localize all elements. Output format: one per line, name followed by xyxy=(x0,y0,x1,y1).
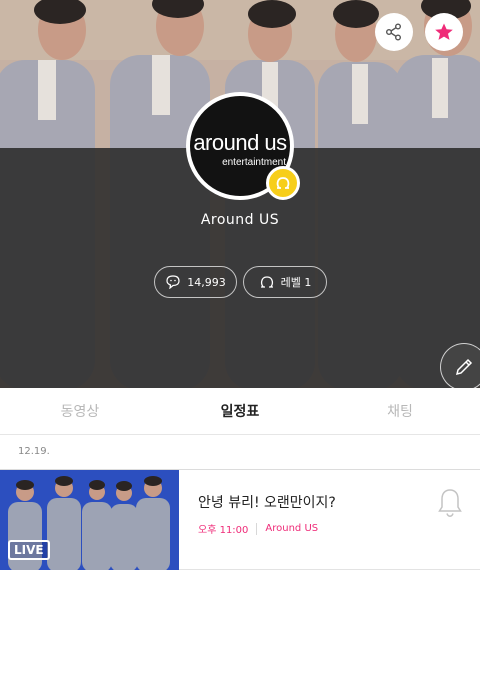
meta-divider xyxy=(256,522,258,535)
bell-icon xyxy=(438,489,462,517)
schedule-item[interactable]: LIVE 안녕 뷰리! 오랜만이지? 오후 11:00 Around US xyxy=(0,470,480,570)
live-badge: LIVE xyxy=(8,540,50,560)
share-button[interactable] xyxy=(375,13,413,51)
logo-subtext: entertaintment xyxy=(222,157,286,168)
omega-icon xyxy=(276,177,290,189)
level-button[interactable]: 레벨 1 xyxy=(243,266,327,298)
level-text: 레벨 1 xyxy=(280,276,312,289)
channel-page: around us entertaintment Around US 14,99… xyxy=(0,0,480,678)
item-channel: Around US xyxy=(265,523,319,534)
tab-schedule[interactable]: 일정표 xyxy=(160,388,320,434)
logo-text: around us xyxy=(193,130,287,155)
channel-logo: around us entertaintment xyxy=(186,92,300,202)
date-label: 12.19. xyxy=(18,446,50,457)
item-time: 오후 11:00 xyxy=(198,525,249,536)
notification-bell-button[interactable] xyxy=(437,488,463,522)
fan-count: 14,993 xyxy=(187,275,226,289)
fan-count-button[interactable]: 14,993 xyxy=(154,266,237,298)
pencil-icon xyxy=(455,358,473,376)
date-header: 12.19. xyxy=(0,435,480,470)
level-badge xyxy=(266,166,300,200)
tab-videos[interactable]: 동영상 xyxy=(0,388,160,434)
level-icon xyxy=(260,276,273,288)
item-meta: 오후 11:00 Around US xyxy=(198,521,318,536)
video-thumbnail[interactable]: LIVE xyxy=(0,470,179,570)
channel-header: around us entertaintment Around US 14,99… xyxy=(0,0,480,388)
share-icon xyxy=(386,23,401,41)
fan-icon xyxy=(166,275,180,289)
channel-name: Around US xyxy=(200,212,280,228)
star-icon xyxy=(435,23,453,40)
tab-chat[interactable]: 채팅 xyxy=(320,388,480,434)
tab-bar: 동영상 일정표 채팅 xyxy=(0,388,480,435)
edit-button[interactable] xyxy=(440,343,480,388)
favorite-button[interactable] xyxy=(425,13,463,51)
item-title: 안녕 뷰리! 오랜만이지? xyxy=(198,495,336,511)
